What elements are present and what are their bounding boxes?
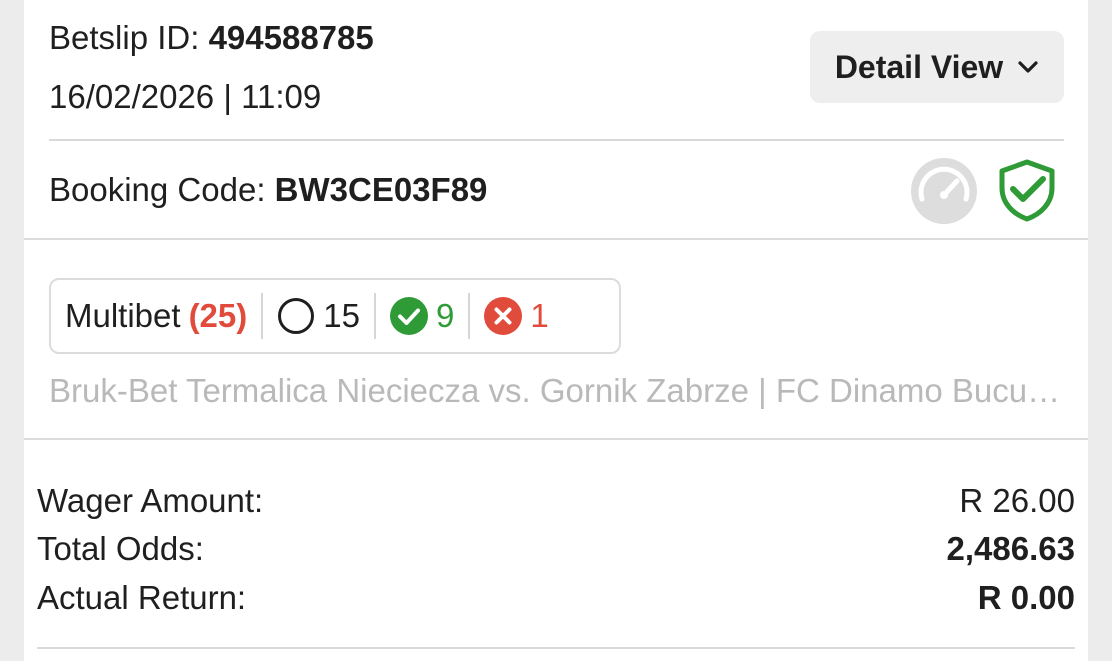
won-legs-count: 9 — [435, 297, 455, 334]
actual-return-row: Actual Return: R 0.00 — [37, 576, 1075, 620]
speedometer-icon[interactable] — [910, 157, 978, 225]
booking-code-value[interactable]: BW3CE03F89 — [275, 171, 488, 208]
booking-code-line: Booking Code: BW3CE03F89 — [49, 168, 487, 212]
betslip-id-line: Betslip ID: 494588785 — [49, 16, 374, 60]
total-odds-label: Total Odds: — [37, 530, 204, 567]
chevron-down-icon — [1018, 61, 1038, 73]
multibet-summary-pill: Multibet (25) 15 9 1 — [49, 278, 621, 354]
events-summary[interactable]: Bruk-Bet Termalica Nieciecza vs. Gornik … — [49, 369, 1064, 413]
lost-legs-count: 1 — [530, 297, 549, 334]
multibet-label: Multibet — [65, 297, 181, 334]
x-circle-icon — [484, 297, 523, 335]
wager-amount-row: Wager Amount: R 26.00 — [37, 479, 1075, 523]
divider — [37, 647, 1075, 649]
betslip-datetime: 16/02/2026 | 11:09 — [49, 78, 322, 115]
section-divider — [24, 238, 1088, 240]
betslip-id-label: Betslip ID: — [49, 19, 200, 56]
betslip-card: Betslip ID: 494588785 16/02/2026 | 11:09… — [24, 0, 1088, 661]
multibet-total-count: (25) — [188, 297, 248, 334]
shield-check-icon — [999, 159, 1055, 222]
total-odds-value: 2,486.63 — [946, 530, 1075, 567]
won-legs-segment: 9 — [376, 280, 468, 352]
open-legs-segment: 15 — [263, 280, 374, 352]
check-circle-icon — [389, 297, 428, 335]
wager-amount-label: Wager Amount: — [37, 482, 264, 519]
booking-code-label: Booking Code: — [49, 171, 266, 208]
open-legs-count: 15 — [323, 297, 360, 334]
detail-view-label: Detail View — [834, 48, 1004, 85]
open-circle-icon — [278, 298, 315, 334]
total-odds-row: Total Odds: 2,486.63 — [37, 527, 1075, 571]
multibet-segment: Multibet (25) — [51, 280, 261, 352]
detail-view-button[interactable]: Detail View — [810, 31, 1064, 103]
actual-return-label: Actual Return: — [37, 579, 247, 616]
wager-amount-value: R 26.00 — [959, 482, 1075, 519]
section-divider — [24, 438, 1088, 440]
betslip-id-value: 494588785 — [208, 19, 374, 56]
divider — [49, 139, 1064, 141]
lost-legs-segment: 1 — [470, 280, 562, 352]
actual-return-value: R 0.00 — [977, 579, 1075, 616]
